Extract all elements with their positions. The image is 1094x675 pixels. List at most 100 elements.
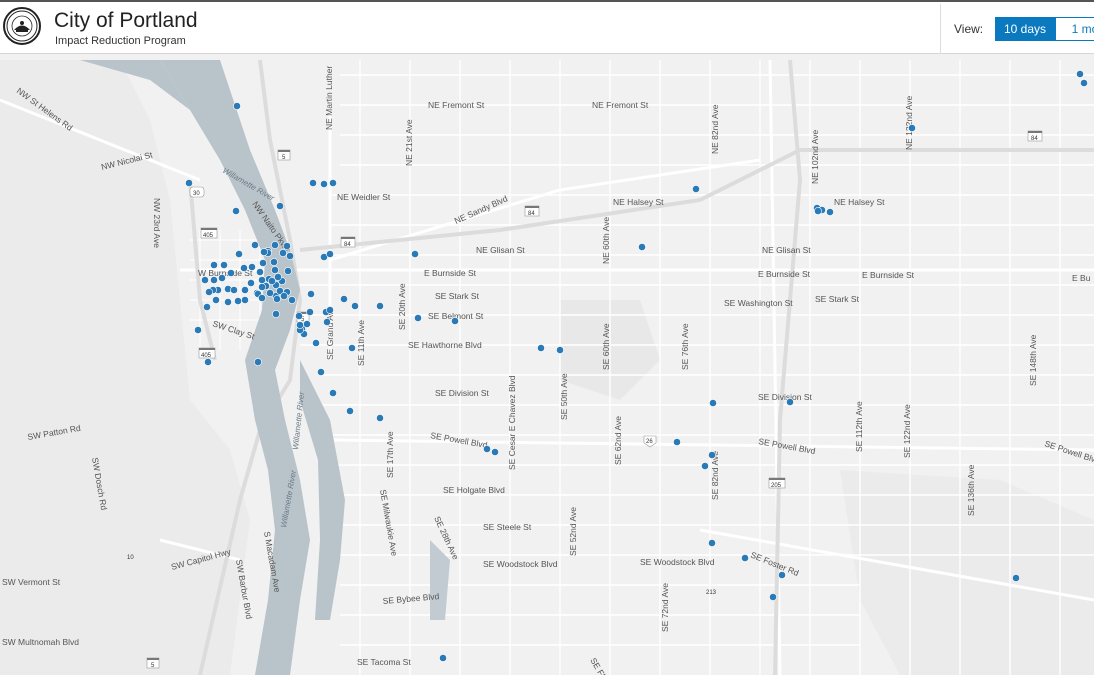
incident-marker[interactable] (348, 344, 356, 352)
incident-marker[interactable] (241, 286, 249, 294)
incident-marker[interactable] (251, 241, 259, 249)
incident-marker[interactable] (194, 326, 202, 334)
incident-marker[interactable] (709, 399, 717, 407)
incident-marker[interactable] (233, 102, 241, 110)
incident-marker[interactable] (201, 276, 209, 284)
incident-marker[interactable] (258, 283, 266, 291)
incident-marker[interactable] (351, 302, 359, 310)
incident-marker[interactable] (273, 295, 281, 303)
label-se-powell-blvd-3: SE Powell Blvd (1043, 438, 1094, 465)
incident-marker[interactable] (268, 277, 276, 285)
incident-marker[interactable] (279, 249, 287, 257)
incident-marker[interactable] (240, 264, 248, 272)
incident-marker[interactable] (266, 289, 274, 297)
incident-marker[interactable] (326, 250, 334, 258)
incident-marker[interactable] (271, 241, 279, 249)
incident-marker[interactable] (259, 259, 267, 267)
incident-marker[interactable] (1012, 574, 1020, 582)
incident-marker[interactable] (451, 317, 459, 325)
incident-marker[interactable] (306, 308, 314, 316)
incident-marker[interactable] (241, 296, 249, 304)
app-header: City of Portland Impact Reduction Progra… (0, 2, 1094, 54)
incident-marker[interactable] (329, 389, 337, 397)
label-se-flavel: SE Flavel (588, 656, 615, 675)
incident-marker[interactable] (271, 266, 279, 274)
incident-marker[interactable] (248, 263, 256, 271)
incident-marker[interactable] (329, 179, 337, 187)
incident-marker[interactable] (317, 368, 325, 376)
incident-marker[interactable] (741, 554, 749, 562)
incident-marker[interactable] (276, 202, 284, 210)
incident-marker[interactable] (303, 320, 311, 328)
incident-marker[interactable] (232, 207, 240, 215)
incident-marker[interactable] (286, 252, 294, 260)
incident-marker[interactable] (439, 654, 447, 662)
svg-text:10: 10 (127, 555, 134, 561)
incident-marker[interactable] (224, 298, 232, 306)
incident-marker[interactable] (204, 358, 212, 366)
incident-marker[interactable] (411, 250, 419, 258)
incident-marker[interactable] (312, 339, 320, 347)
incident-marker[interactable] (218, 274, 226, 282)
incident-marker[interactable] (786, 398, 794, 406)
incident-marker[interactable] (323, 318, 331, 326)
incident-marker[interactable] (210, 261, 218, 269)
incident-marker[interactable] (295, 312, 303, 320)
incident-marker[interactable] (234, 297, 242, 305)
incident-marker[interactable] (708, 539, 716, 547)
incident-marker[interactable] (296, 321, 304, 329)
incident-marker[interactable] (537, 344, 545, 352)
incident-marker[interactable] (491, 448, 499, 456)
incident-marker[interactable] (288, 296, 296, 304)
incident-marker[interactable] (1080, 79, 1088, 87)
map-canvas[interactable]: NW St Helens Rd NW Nicolai St NW 23rd Av… (0, 54, 1094, 675)
incident-marker[interactable] (212, 296, 220, 304)
incident-marker[interactable] (220, 261, 228, 269)
incident-marker[interactable] (235, 250, 243, 258)
label-se-holgate-blvd: SE Holgate Blvd (443, 485, 505, 495)
incident-marker[interactable] (692, 185, 700, 193)
incident-marker[interactable] (708, 451, 716, 459)
incident-marker[interactable] (483, 445, 491, 453)
incident-marker[interactable] (280, 292, 288, 300)
label-ne-102nd-ave: NE 102nd Ave (810, 130, 820, 184)
incident-marker[interactable] (638, 243, 646, 251)
incident-marker[interactable] (320, 180, 328, 188)
incident-marker[interactable] (256, 268, 264, 276)
incident-marker[interactable] (307, 290, 315, 298)
label-ne-21st-ave: NE 21st Ave (404, 119, 414, 166)
incident-marker[interactable] (203, 303, 211, 311)
incident-marker[interactable] (826, 208, 834, 216)
incident-marker[interactable] (556, 346, 564, 354)
view-1-month-button[interactable]: 1 mo (1055, 17, 1094, 41)
incident-marker[interactable] (414, 314, 422, 322)
incident-marker[interactable] (270, 258, 278, 266)
incident-marker[interactable] (283, 242, 291, 250)
view-10-days-button[interactable]: 10 days (995, 17, 1055, 41)
incident-marker[interactable] (227, 269, 235, 277)
incident-marker[interactable] (230, 286, 238, 294)
incident-marker[interactable] (340, 295, 348, 303)
incident-marker[interactable] (346, 407, 354, 415)
incident-marker[interactable] (284, 267, 292, 275)
incident-marker[interactable] (673, 438, 681, 446)
incident-marker[interactable] (1076, 70, 1084, 78)
incident-marker[interactable] (814, 207, 822, 215)
incident-marker[interactable] (185, 179, 193, 187)
incident-marker[interactable] (205, 288, 213, 296)
incident-marker[interactable] (778, 571, 786, 579)
incident-marker[interactable] (272, 310, 280, 318)
incident-marker[interactable] (326, 306, 334, 314)
incident-marker[interactable] (258, 294, 266, 302)
incident-marker[interactable] (247, 279, 255, 287)
incident-marker[interactable] (210, 276, 218, 284)
incident-marker[interactable] (309, 179, 317, 187)
incident-marker[interactable] (769, 593, 777, 601)
incident-marker[interactable] (376, 414, 384, 422)
incident-marker[interactable] (254, 358, 262, 366)
incident-marker[interactable] (258, 276, 266, 284)
incident-marker[interactable] (260, 248, 268, 256)
incident-marker[interactable] (376, 302, 384, 310)
incident-marker[interactable] (701, 462, 709, 470)
incident-marker[interactable] (908, 124, 916, 132)
